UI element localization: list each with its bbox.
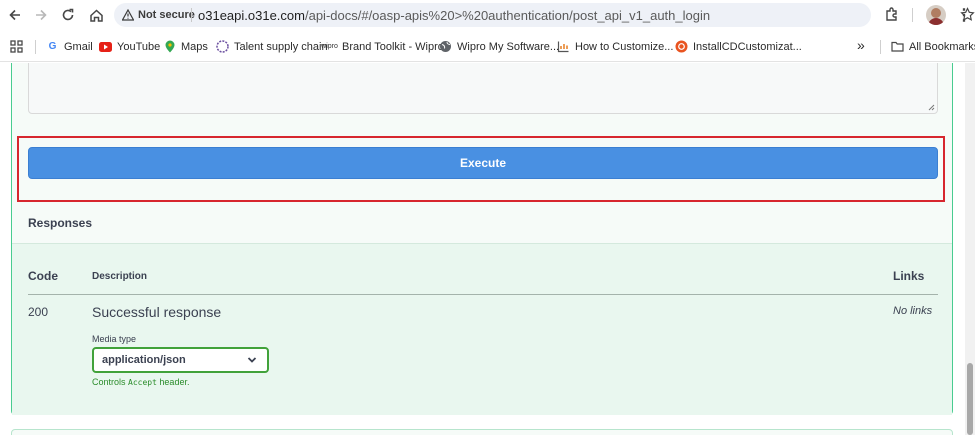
all-bookmarks-button[interactable]: All Bookmarks (891, 40, 975, 53)
url-text[interactable]: o31eapi.o31e.com/api-docs/#/oasp-apis%20… (198, 8, 710, 23)
bookmark-label: Brand Toolkit - Wipro (342, 40, 444, 53)
chevron-down-icon (247, 357, 257, 363)
bookmark-talent-supply-chain[interactable]: Talent supply chain (216, 40, 328, 53)
back-icon[interactable] (5, 5, 25, 25)
wipro-icon (216, 40, 229, 53)
response-links: No links (893, 305, 933, 317)
bookmark-maps[interactable]: Maps (163, 40, 208, 53)
maps-pin-icon (163, 40, 176, 53)
security-label: Not secure (138, 9, 195, 21)
menu-kebab-icon[interactable]: ⋮ (956, 5, 972, 25)
ubuntu-icon (675, 40, 688, 53)
controls-prefix: Controls (92, 377, 129, 387)
controls-suffix: header. (156, 377, 190, 387)
response-code: 200 (28, 305, 49, 319)
bookmark-label: InstallCDCustomizat... (693, 40, 802, 53)
toolbar-divider (912, 8, 913, 22)
responses-header: Responses (12, 204, 952, 244)
column-header-description: Description (92, 271, 148, 282)
extensions-icon[interactable] (884, 6, 901, 28)
bookmark-wipro-my-software[interactable]: Wipro My Software... (439, 40, 559, 53)
avatar-body (928, 18, 944, 25)
google-g-icon: G (48, 41, 57, 52)
request-body-textarea[interactable] (28, 63, 938, 114)
warning-icon (122, 9, 134, 21)
security-chip[interactable]: Not secure (122, 7, 195, 23)
media-type-label: Media type (92, 334, 137, 344)
bookmark-label: Gmail (64, 40, 93, 53)
omnibox-divider (191, 8, 192, 22)
bookmarks-bar: G Gmail YouTube Maps Talent supply chain… (0, 32, 975, 62)
wipro-wordmark-icon: wipro (321, 43, 338, 50)
bookmark-brand-toolkit[interactable]: wipro Brand Toolkit - Wipro (321, 40, 444, 53)
media-type-select[interactable]: application/json (92, 347, 269, 373)
apps-grid-icon[interactable] (10, 40, 23, 58)
operation-panel: Execute Responses Code Description Links… (11, 63, 953, 415)
forward-icon[interactable] (31, 5, 51, 25)
resize-grip-icon[interactable] (927, 103, 935, 111)
folder-icon (891, 40, 904, 53)
more-bookmarks-button[interactable]: » (857, 37, 865, 53)
bookmark-label: Talent supply chain (234, 40, 328, 53)
all-bookmarks-label: All Bookmarks (909, 40, 975, 53)
address-bar[interactable]: Not secure o31eapi.o31e.com/api-docs/#/o… (114, 3, 975, 27)
bookmark-youtube[interactable]: YouTube (99, 40, 160, 53)
url-path: /api-docs/#/oasp-apis%20>%20authenticati… (304, 8, 711, 23)
bookmark-separator (880, 40, 881, 54)
profile-avatar[interactable] (926, 5, 946, 25)
bookmark-label: YouTube (117, 40, 161, 53)
home-icon[interactable] (86, 5, 106, 25)
reload-icon[interactable] (58, 5, 78, 25)
bookmark-how-to-customize[interactable]: How to Customize... (557, 40, 673, 53)
scrollbar-thumb[interactable] (967, 363, 973, 435)
browser-toolbar: Not secure o31eapi.o31e.com/api-docs/#/o… (0, 0, 975, 30)
column-header-code: Code (28, 269, 58, 283)
controls-code: Accept (128, 378, 157, 387)
page-scrollbar[interactable] (965, 63, 975, 435)
url-host: o31eapi.o31e.com (198, 8, 305, 23)
column-header-links: Links (893, 269, 925, 283)
bookmark-label: How to Customize... (575, 40, 674, 53)
chart-icon (557, 40, 570, 53)
controls-accept-note: Controls Accept header. (92, 377, 189, 387)
response-description: Successful response (92, 304, 222, 320)
responses-title: Responses (28, 216, 93, 230)
bookmark-label: Wipro My Software... (457, 40, 560, 53)
bookmark-installcd[interactable]: InstallCDCustomizat... (675, 40, 802, 53)
execute-button[interactable]: Execute (28, 147, 938, 179)
bookmark-gmail[interactable]: G Gmail (46, 40, 93, 53)
globe-icon (439, 40, 452, 53)
bookmark-separator (35, 40, 36, 54)
next-operation-panel[interactable] (11, 429, 953, 435)
responses-table: Code Description Links 200 Successful re… (12, 244, 952, 415)
bookmark-label: Maps (181, 40, 208, 53)
media-type-value: application/json (102, 354, 186, 366)
avatar-face (931, 8, 941, 18)
swagger-page: Execute Responses Code Description Links… (0, 63, 965, 435)
table-header-divider (28, 294, 938, 295)
youtube-icon (99, 40, 112, 53)
